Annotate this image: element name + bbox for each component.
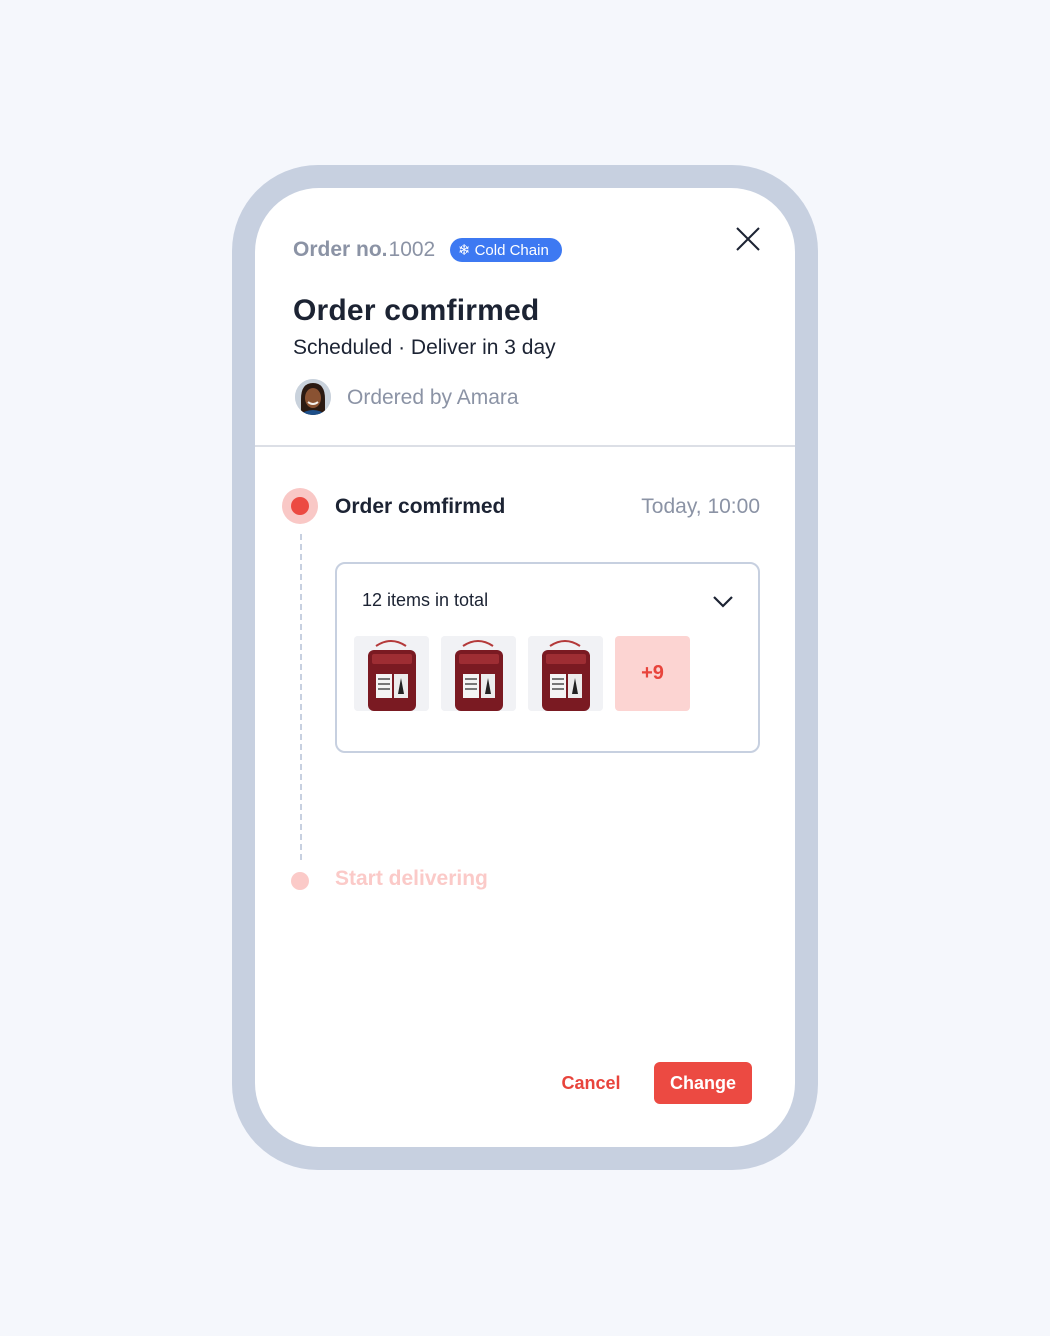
item-thumbnail[interactable] [354, 636, 429, 711]
blood-bag-image [441, 636, 516, 711]
order-detail-screen: Order no.1002 ❄ Cold Chain Order comfirm… [255, 188, 795, 1147]
timeline-dot-core [291, 497, 309, 515]
section-divider [255, 445, 795, 447]
item-thumbnail[interactable] [441, 636, 516, 711]
delivery-schedule: Scheduled · Deliver in 3 day [293, 336, 556, 359]
ordered-by-text: Ordered by Amara [347, 386, 519, 409]
order-number: Order no.1002 [293, 238, 435, 262]
change-button[interactable]: Change [654, 1062, 752, 1104]
cancel-button[interactable]: Cancel [546, 1062, 636, 1104]
close-icon [736, 227, 760, 251]
timeline-step-label: Order comfirmed [335, 495, 506, 518]
timeline-dot-pending [291, 872, 309, 890]
timeline-dot-active [282, 488, 318, 524]
snowflake-icon: ❄ [458, 241, 471, 259]
items-total-label: 12 items in total [362, 590, 489, 610]
blood-bag-image [354, 636, 429, 711]
timeline-connector [300, 534, 302, 860]
more-items-button[interactable]: +9 [615, 636, 690, 711]
item-thumbnail[interactable] [528, 636, 603, 711]
timeline-step-time: Today, 10:00 [641, 495, 760, 518]
items-card[interactable]: 12 items in total +9 [335, 562, 760, 753]
chevron-down-icon[interactable] [711, 594, 735, 610]
user-avatar-image [295, 379, 331, 415]
order-number-value: 1002 [388, 238, 436, 261]
blood-bag-image [528, 636, 603, 711]
cold-chain-badge: ❄ Cold Chain [450, 238, 562, 262]
avatar [295, 379, 331, 415]
page-title: Order comfirmed [293, 294, 540, 327]
order-number-label: Order no. [293, 238, 388, 261]
close-button[interactable] [733, 224, 763, 254]
cold-chain-label: Cold Chain [474, 241, 549, 259]
timeline-step-label: Start delivering [335, 867, 488, 890]
